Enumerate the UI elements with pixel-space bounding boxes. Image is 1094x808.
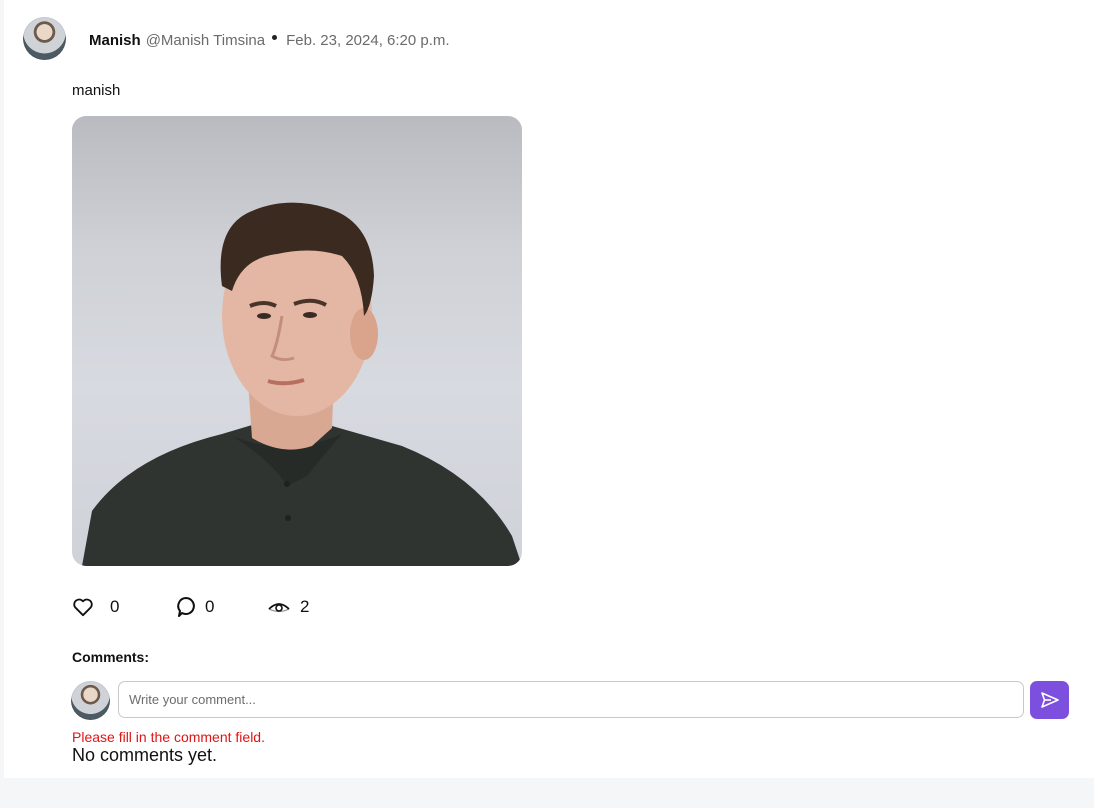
comment-bubble-icon[interactable]	[176, 596, 196, 618]
comment-button[interactable]: 0	[176, 596, 214, 618]
post-image[interactable]	[72, 116, 522, 566]
comment-error-message: Please fill in the comment field.	[72, 729, 265, 745]
views-count: 2	[300, 597, 310, 616]
post-text: manish	[72, 82, 121, 99]
current-user-avatar	[71, 681, 110, 720]
post-card: Manish @Manish Timsina Feb. 23, 2024, 6:…	[4, 0, 1094, 778]
author-name[interactable]: Manish	[89, 32, 141, 49]
send-icon	[1040, 691, 1060, 709]
separator-dot	[272, 34, 278, 40]
post-date: Feb. 23, 2024, 6:20 p.m.	[286, 31, 450, 49]
like-button[interactable]: 0	[72, 596, 119, 618]
eye-icon	[268, 599, 290, 615]
like-count: 0	[110, 597, 120, 616]
comments-heading: Comments:	[72, 649, 150, 665]
send-comment-button[interactable]	[1030, 681, 1069, 719]
comment-input[interactable]	[118, 681, 1024, 718]
author-handle: @Manish Timsina	[145, 31, 266, 49]
portrait-illustration	[82, 202, 522, 566]
no-comments-message: No comments yet.	[72, 745, 218, 765]
author-avatar[interactable]	[23, 17, 66, 60]
heart-icon[interactable]	[72, 597, 94, 617]
post-header: Manish @Manish Timsina Feb. 23, 2024, 6:…	[89, 31, 450, 49]
views-stat: 2	[268, 596, 309, 618]
comment-count: 0	[205, 597, 215, 616]
